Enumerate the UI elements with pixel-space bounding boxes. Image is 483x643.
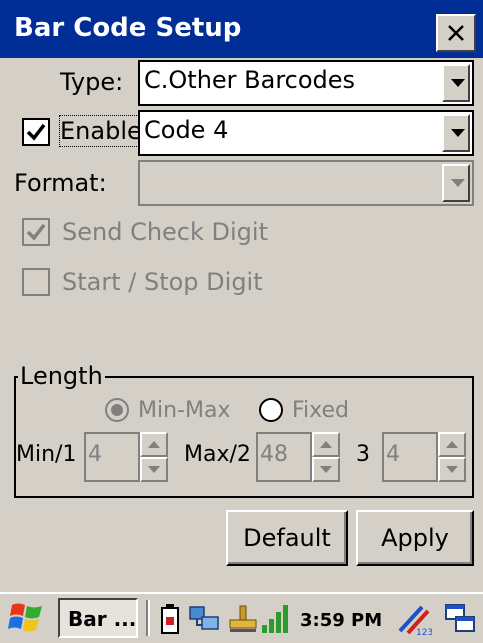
switch-windows-icon[interactable] xyxy=(444,603,478,635)
taskbar-app-button[interactable]: Bar ... xyxy=(58,598,138,638)
min-label: Min/1 xyxy=(16,442,77,467)
start-stop-digit-label: Start / Stop Digit xyxy=(62,268,263,296)
max-label: Max/2 xyxy=(184,442,251,467)
arrow-down-icon xyxy=(148,466,160,473)
max-value: 48 xyxy=(260,442,288,467)
code-dropdown[interactable]: Code 4 xyxy=(138,110,474,156)
arrow-up-icon xyxy=(148,441,160,448)
type-dropdown-button[interactable] xyxy=(442,64,470,102)
fixed-radio xyxy=(259,398,283,422)
chevron-down-icon xyxy=(451,179,465,187)
checkmark-icon xyxy=(26,223,46,241)
third-spin-down xyxy=(438,457,466,482)
close-button[interactable] xyxy=(436,14,476,52)
arrow-down-icon xyxy=(446,466,458,473)
third-spin-up xyxy=(438,432,466,457)
send-check-digit-label: Send Check Digit xyxy=(62,218,268,246)
type-dropdown[interactable]: C.Other Barcodes xyxy=(138,60,474,106)
chevron-down-icon xyxy=(451,129,465,137)
clock[interactable]: 3:59 PM xyxy=(300,610,382,632)
type-value: C.Other Barcodes xyxy=(144,66,356,94)
min-spin-down xyxy=(140,457,168,482)
enable-label[interactable]: Enable xyxy=(59,115,143,147)
min-value: 4 xyxy=(88,442,102,467)
arrow-up-icon xyxy=(320,441,332,448)
windows-start-icon[interactable] xyxy=(6,599,50,637)
sync-icon[interactable] xyxy=(228,603,258,635)
format-label: Format: xyxy=(14,169,107,197)
taskbar-separator xyxy=(146,600,150,636)
min-max-label: Min-Max xyxy=(138,398,231,423)
network-connection-icon[interactable] xyxy=(188,603,226,635)
default-button[interactable]: Default xyxy=(226,510,348,566)
third-spinner-field: 4 xyxy=(382,432,438,482)
format-dropdown xyxy=(138,160,474,206)
close-icon xyxy=(448,25,464,41)
format-dropdown-button xyxy=(442,164,470,202)
checkmark-icon xyxy=(26,123,46,141)
min-spinner-field: 4 xyxy=(84,432,140,482)
arrow-up-icon xyxy=(446,441,458,448)
min-spin-up xyxy=(140,432,168,457)
max-spin-up xyxy=(312,432,340,457)
type-label: Type: xyxy=(60,68,124,96)
apply-button[interactable]: Apply xyxy=(356,510,474,566)
code-value: Code 4 xyxy=(144,116,229,144)
signal-strength-icon[interactable] xyxy=(260,603,290,635)
svg-text:123: 123 xyxy=(416,628,432,637)
length-group-label: Length xyxy=(18,361,105,391)
code-dropdown-button[interactable] xyxy=(442,114,470,152)
fixed-label: Fixed xyxy=(292,398,350,423)
third-value: 4 xyxy=(386,442,400,467)
enable-checkbox[interactable] xyxy=(22,118,50,146)
third-label: 3 xyxy=(356,442,370,467)
min-max-radio xyxy=(105,398,129,422)
arrow-down-icon xyxy=(320,466,332,473)
start-stop-digit-checkbox xyxy=(22,268,50,296)
battery-icon[interactable] xyxy=(160,603,180,635)
max-spin-down xyxy=(312,457,340,482)
input-panel-icon[interactable]: 123 xyxy=(396,601,432,637)
send-check-digit-checkbox xyxy=(22,218,50,246)
max-spinner-field: 48 xyxy=(256,432,312,482)
chevron-down-icon xyxy=(451,79,465,87)
taskbar-app-label: Bar ... xyxy=(68,607,137,631)
window-title: Bar Code Setup xyxy=(14,13,242,43)
